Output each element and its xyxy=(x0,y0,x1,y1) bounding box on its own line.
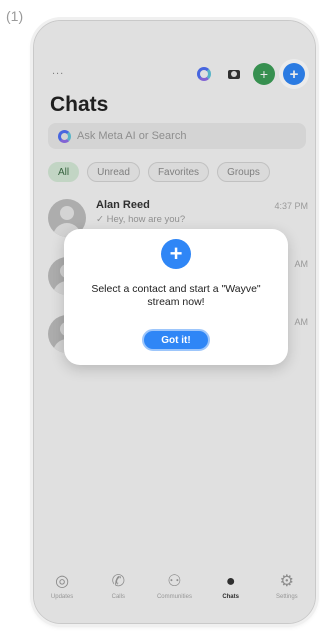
phone-frame: ... + + Chats Ask Meta AI or Search All … xyxy=(33,20,316,624)
got-it-button[interactable]: Got it! xyxy=(142,329,210,351)
plus-icon: + xyxy=(161,239,191,269)
wayve-tooltip-dialog: + Select a contact and start a "Wayve" s… xyxy=(64,229,288,365)
figure-label: (1) xyxy=(6,8,24,24)
dialog-message: Select a contact and start a "Wayve" str… xyxy=(91,283,261,308)
chats-screen: ... + + Chats Ask Meta AI or Search All … xyxy=(34,21,315,623)
